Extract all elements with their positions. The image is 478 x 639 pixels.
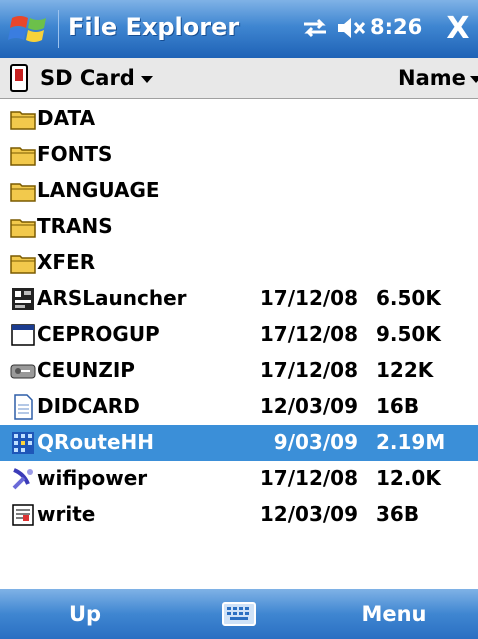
close-button[interactable]: X xyxy=(440,10,476,48)
clock[interactable]: 8:26 xyxy=(370,15,422,39)
title-separator xyxy=(58,10,59,48)
sd-card-icon xyxy=(10,64,28,92)
document-icon xyxy=(10,394,36,420)
up-softkey[interactable]: Up xyxy=(0,589,170,639)
file-name: QRouteHH xyxy=(37,430,154,454)
file-date: 17/12/08 xyxy=(259,286,358,310)
file-name: CEPROGUP xyxy=(37,322,160,346)
file-size: 9.50K xyxy=(376,322,441,346)
chevron-down-icon[interactable] xyxy=(470,76,478,83)
file-name: DATA xyxy=(37,106,96,130)
file-row[interactable]: FONTS xyxy=(0,137,478,173)
file-date: 12/03/09 xyxy=(259,502,358,526)
file-name: CEUNZIP xyxy=(37,358,135,382)
file-date: 17/12/08 xyxy=(259,322,358,346)
file-size: 122K xyxy=(376,358,434,382)
tool-icon xyxy=(10,358,36,384)
file-name: XFER xyxy=(37,250,96,274)
window-icon xyxy=(10,322,36,348)
file-name: FONTS xyxy=(37,142,113,166)
file-row[interactable]: DIDCARD 12/03/09 16B xyxy=(0,389,478,425)
app-title: File Explorer xyxy=(68,13,240,41)
file-row[interactable]: LANGUAGE xyxy=(0,173,478,209)
file-row[interactable]: DATA xyxy=(0,101,478,137)
file-row[interactable]: write 12/03/09 36B xyxy=(0,497,478,533)
softkey-bar: Up Menu xyxy=(0,589,478,639)
file-size: 16B xyxy=(376,394,420,418)
chevron-down-icon[interactable] xyxy=(141,76,153,83)
file-date: 9/03/09 xyxy=(273,430,358,454)
keyboard-icon[interactable] xyxy=(222,602,256,626)
grid-app-icon xyxy=(10,430,36,456)
file-size: 2.19M xyxy=(376,430,446,454)
file-size: 36B xyxy=(376,502,420,526)
file-row[interactable]: CEUNZIP 17/12/08 122K xyxy=(0,353,478,389)
file-row[interactable]: ARSLauncher 17/12/08 6.50K xyxy=(0,281,478,317)
file-size: 6.50K xyxy=(376,286,441,310)
file-name: write xyxy=(37,502,96,526)
folder-icon xyxy=(10,142,36,168)
file-row[interactable]: TRANS xyxy=(0,209,478,245)
file-date: 17/12/08 xyxy=(259,358,358,382)
folder-icon xyxy=(10,250,36,276)
file-name: DIDCARD xyxy=(37,394,140,418)
folder-icon xyxy=(10,214,36,240)
file-name: ARSLauncher xyxy=(37,286,187,310)
wordpad-icon xyxy=(10,502,36,528)
menu-softkey[interactable]: Menu xyxy=(310,589,478,639)
folder-icon xyxy=(10,178,36,204)
file-date: 17/12/08 xyxy=(259,466,358,490)
file-row[interactable]: CEPROGUP 17/12/08 9.50K xyxy=(0,317,478,353)
app-icon xyxy=(10,286,36,312)
file-date: 12/03/09 xyxy=(259,394,358,418)
folder-dropdown[interactable]: SD Card xyxy=(40,66,135,90)
file-row[interactable]: XFER xyxy=(0,245,478,281)
sync-arrows-icon[interactable] xyxy=(300,17,330,39)
file-row[interactable]: wifipower 17/12/08 12.0K xyxy=(0,461,478,497)
location-bar: SD Card Name xyxy=(0,58,478,99)
sort-dropdown[interactable]: Name xyxy=(398,66,466,90)
satellite-icon xyxy=(10,466,36,492)
file-name: LANGUAGE xyxy=(37,178,160,202)
volume-muted-icon[interactable] xyxy=(336,15,366,41)
file-size: 12.0K xyxy=(376,466,441,490)
title-bar: File Explorer 8:26 X xyxy=(0,0,478,58)
file-name: wifipower xyxy=(37,466,148,490)
folder-icon xyxy=(10,106,36,132)
windows-flag-icon[interactable] xyxy=(8,8,52,50)
file-name: TRANS xyxy=(37,214,113,238)
file-row[interactable]: QRouteHH 9/03/09 2.19M xyxy=(0,425,478,461)
